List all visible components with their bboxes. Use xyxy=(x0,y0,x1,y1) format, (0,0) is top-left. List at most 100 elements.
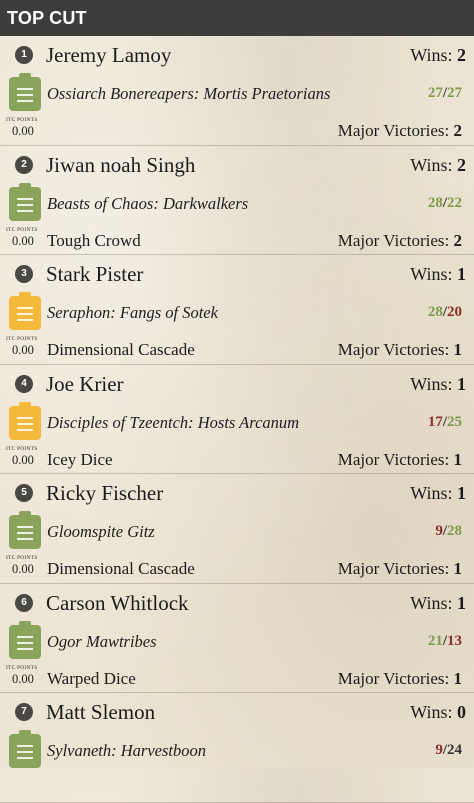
major-victories-value: 1 xyxy=(453,559,463,578)
player-row[interactable]: 3 Stark Pister Wins: 1 Seraphon: Fangs o… xyxy=(0,255,474,365)
record-score-b: 13 xyxy=(447,632,462,649)
itc-points-value: 0.00 xyxy=(12,452,34,467)
player-name[interactable]: Jeremy Lamoy xyxy=(46,42,171,68)
major-victories-stat: Major Victories: 1 xyxy=(338,559,462,579)
player-row[interactable]: 5 Ricky Fischer Wins: 1 Gloomspite Gitz … xyxy=(0,474,474,584)
army-list-clipboard-icon[interactable] xyxy=(9,730,41,768)
wins-value: 1 xyxy=(457,373,466,394)
record-score-b: 22 xyxy=(447,194,462,211)
wins-value: 0 xyxy=(457,702,466,722)
rank-badge: 5 xyxy=(15,484,33,502)
faction-name: Sylvaneth: Harvestboon xyxy=(47,741,206,760)
major-victories-label: Major Victories: xyxy=(337,668,450,688)
wins-stat: Wins: 1 xyxy=(410,592,466,614)
faction-name: Gloomspite Gitz xyxy=(47,522,155,541)
itc-points-label: ITC POINTS xyxy=(6,445,38,452)
wins-value: 2 xyxy=(457,154,466,175)
rank-badge: 2 xyxy=(15,155,33,174)
wins-value: 1 xyxy=(457,264,466,284)
itc-points-value: 0.00 xyxy=(12,671,34,686)
faction-name: Ogor Mawtribes xyxy=(47,631,157,651)
major-victories-value: 2 xyxy=(453,121,463,140)
wins-label: Wins: xyxy=(410,45,453,65)
record-score-b: 28 xyxy=(447,523,462,539)
major-victories-value: 1 xyxy=(453,449,463,469)
rank-badge: 3 xyxy=(15,265,33,283)
record-score-b: 24 xyxy=(447,742,462,758)
record-score: 17/25 xyxy=(427,413,462,430)
record-score-b: 25 xyxy=(447,413,462,430)
army-list-clipboard-icon[interactable] xyxy=(9,73,41,111)
major-victories-stat: Major Victories: 2 xyxy=(338,231,462,251)
player-row[interactable]: 2 Jiwan noah Singh Wins: 2 Beasts of Cha… xyxy=(0,146,474,255)
record-score-a: 28 xyxy=(427,304,443,320)
team-name: Dimensional Cascade xyxy=(47,559,195,578)
wins-value: 1 xyxy=(457,592,466,613)
rank-badge: 7 xyxy=(15,703,33,721)
record-score: 28/22 xyxy=(427,194,462,211)
player-name[interactable]: Ricky Fischer xyxy=(46,480,163,506)
record-score: 9/28 xyxy=(435,523,462,539)
major-victories-label: Major Victories: xyxy=(337,340,450,359)
major-victories-value: 1 xyxy=(453,340,463,359)
record-score-b: 20 xyxy=(447,304,462,320)
record-score-a: 28 xyxy=(427,194,443,211)
wins-label: Wins: xyxy=(410,702,453,722)
itc-points-label: ITC POINTS xyxy=(6,226,38,233)
wins-stat: Wins: 1 xyxy=(410,373,466,395)
major-victories-value: 2 xyxy=(453,230,463,250)
player-name[interactable]: Carson Whitlock xyxy=(46,590,189,616)
major-victories-label: Major Victories: xyxy=(337,121,450,140)
rank-badge: 1 xyxy=(15,46,33,64)
wins-label: Wins: xyxy=(410,483,453,503)
major-victories-label: Major Victories: xyxy=(337,559,450,578)
army-list-clipboard-icon[interactable] xyxy=(9,511,41,549)
wins-label: Wins: xyxy=(410,154,453,175)
wins-value: 2 xyxy=(457,45,466,65)
itc-points-label: ITC POINTS xyxy=(6,336,38,342)
wins-value: 1 xyxy=(457,483,466,503)
wins-stat: Wins: 1 xyxy=(410,482,466,504)
wins-label: Wins: xyxy=(410,264,453,284)
rank-badge: 6 xyxy=(15,593,33,612)
record-score-a: 9 xyxy=(435,742,443,758)
major-victories-stat: Major Victories: 1 xyxy=(338,340,462,360)
major-victories-stat: Major Victories: 1 xyxy=(338,669,462,689)
player-name[interactable]: Stark Pister xyxy=(46,261,143,287)
wins-label: Wins: xyxy=(410,592,453,613)
team-name: Icey Dice xyxy=(47,449,113,469)
itc-points-label: ITC POINTS xyxy=(6,664,38,671)
record-score-a: 9 xyxy=(435,523,443,539)
player-name[interactable]: Jiwan noah Singh xyxy=(46,152,195,178)
player-name[interactable]: Joe Krier xyxy=(46,371,124,397)
itc-points-value: 0.00 xyxy=(12,233,34,248)
army-list-clipboard-icon[interactable] xyxy=(9,182,41,221)
player-row[interactable]: 4 Joe Krier Wins: 1 Disciples of Tzeentc… xyxy=(0,365,474,474)
army-list-clipboard-icon[interactable] xyxy=(9,620,41,659)
major-victories-label: Major Victories: xyxy=(337,230,450,250)
wins-stat: Wins: 1 xyxy=(410,263,466,285)
record-score: 28/20 xyxy=(427,304,462,320)
faction-name: Disciples of Tzeentch: Hosts Arcanum xyxy=(47,412,300,432)
itc-points-value: 0.00 xyxy=(12,343,34,357)
wins-stat: Wins: 2 xyxy=(410,154,466,176)
team-name: Dimensional Cascade xyxy=(47,340,195,359)
player-row[interactable]: 1 Jeremy Lamoy Wins: 2 Ossiarch Bonereap… xyxy=(0,36,474,146)
team-name: Tough Crowd xyxy=(47,230,141,250)
player-row[interactable]: 6 Carson Whitlock Wins: 1 Ogor Mawtribes… xyxy=(0,584,474,693)
itc-points-value: 0.00 xyxy=(12,562,34,576)
army-list-clipboard-icon[interactable] xyxy=(9,292,41,330)
major-victories-label: Major Victories: xyxy=(337,449,450,469)
record-score-a: 17 xyxy=(427,413,443,430)
record-score: 27/27 xyxy=(427,85,462,101)
record-score: 21/13 xyxy=(427,632,462,649)
itc-points-value: 0.00 xyxy=(12,124,34,138)
itc-points-label: ITC POINTS xyxy=(6,555,38,561)
faction-name: Seraphon: Fangs of Sotek xyxy=(47,303,218,322)
rank-badge: 4 xyxy=(15,374,33,393)
major-victories-value: 1 xyxy=(453,668,463,688)
army-list-clipboard-icon[interactable] xyxy=(9,401,41,440)
major-victories-stat: Major Victories: 1 xyxy=(338,450,462,470)
player-row[interactable]: 7 Matt Slemon Wins: 0 Sylvaneth: Harvest… xyxy=(0,693,474,803)
player-name[interactable]: Matt Slemon xyxy=(46,699,155,725)
